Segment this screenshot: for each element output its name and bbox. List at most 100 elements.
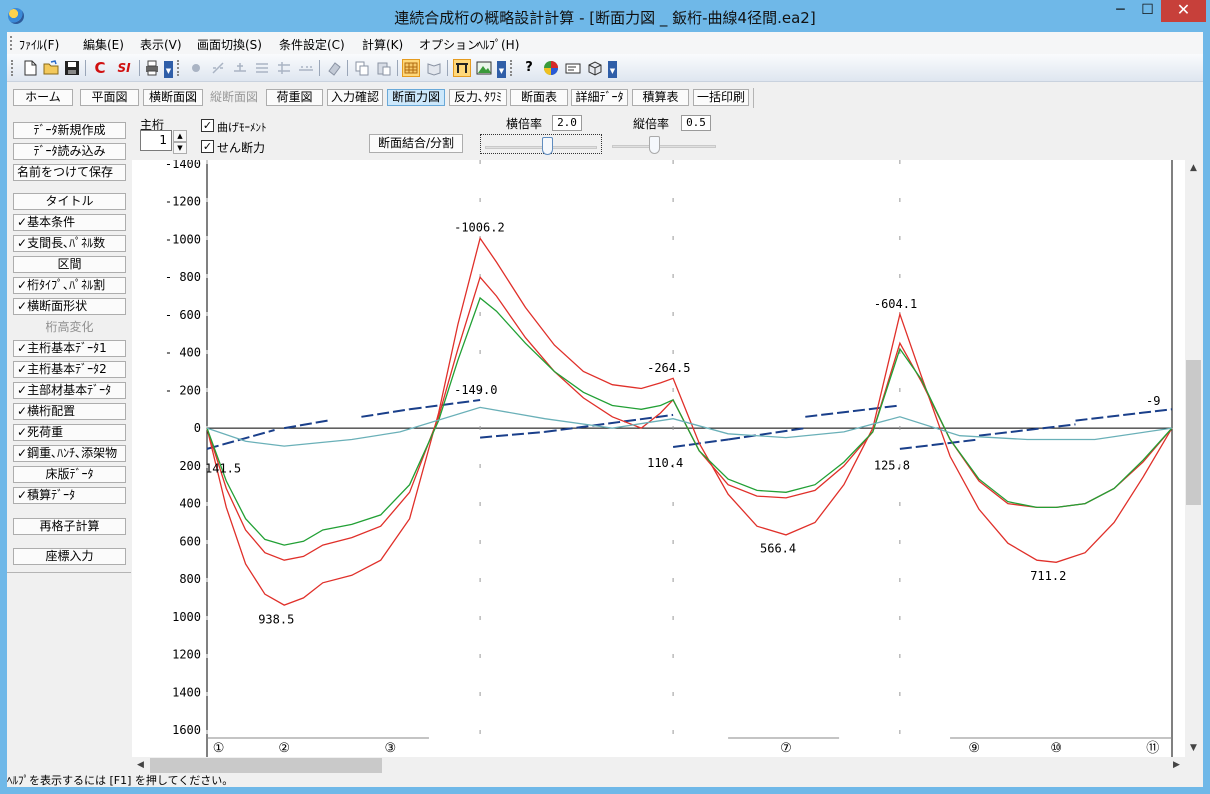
toolbar-grip[interactable]	[510, 60, 512, 76]
paste-icon[interactable]	[375, 59, 393, 77]
tab-estimate-table[interactable]: 積算表	[632, 89, 689, 106]
new-file-icon[interactable]	[21, 59, 39, 77]
open-folder-icon[interactable]	[42, 59, 60, 77]
sidebar-item-coordinate-input[interactable]: 座標入力	[13, 548, 126, 565]
menu-view[interactable]: 表示(V)	[140, 36, 182, 53]
box-icon[interactable]	[586, 59, 604, 77]
toolbar-overflow-button[interactable]: ▼	[608, 61, 617, 78]
book-icon[interactable]	[425, 59, 443, 77]
slider-thumb[interactable]	[542, 137, 553, 155]
minimize-button[interactable]: ─	[1107, 0, 1134, 22]
bending-moment-checkbox[interactable]: ✓	[201, 119, 214, 132]
y-tick-label: -1200	[165, 195, 201, 209]
section-combine-button[interactable]: 断面結合/分割	[369, 134, 463, 153]
girder-spinner[interactable]: ▲ ▼	[173, 130, 187, 154]
tool-1-icon[interactable]	[187, 59, 205, 77]
close-button[interactable]: ✕	[1161, 0, 1206, 22]
toolbar-overflow-button[interactable]: ▼	[164, 61, 173, 78]
tab-cross-section[interactable]: 横断面図	[143, 89, 203, 106]
sidebar-item-main-girder-data-1[interactable]: ✓主桁基本ﾃﾞｰﾀ1	[13, 340, 126, 357]
sidebar-item-girder-type[interactable]: ✓桁ﾀｲﾌﾟ､ﾊﾟﾈﾙ割	[13, 277, 126, 294]
tool-4-icon[interactable]	[253, 59, 271, 77]
sidebar-item-save-as[interactable]: 名前をつけて保存	[13, 164, 126, 181]
menu-edit[interactable]: 編集(E)	[83, 36, 124, 53]
v-scale-slider[interactable]	[608, 134, 720, 154]
menu-file[interactable]: ﾌｧｲﾙ(F)	[19, 36, 59, 53]
sidebar-divider	[7, 572, 131, 573]
help-icon[interactable]: ?	[520, 59, 538, 77]
tab-load-diagram[interactable]: 荷重図	[266, 89, 323, 106]
section-force-diagram[interactable]: -1400 -1200 -1000 - 800 - 600 - 400 - 200 0 200 4…	[132, 160, 1185, 757]
spin-down-icon[interactable]: ▼	[173, 142, 187, 154]
toolbar-grip[interactable]	[11, 60, 13, 76]
tool-3-icon[interactable]	[231, 59, 249, 77]
tool-2-icon[interactable]	[209, 59, 227, 77]
section-force-chart[interactable]: -1400 -1200 -1000 - 800 - 600 - 400 - 200 0 200 4…	[132, 160, 1185, 757]
tab-section-table[interactable]: 断面表	[510, 89, 568, 106]
horizontal-scrollbar[interactable]: ◀ ▶	[132, 757, 1185, 774]
tab-input-check[interactable]: 入力確認	[327, 89, 383, 106]
sidebar-item-span-length[interactable]: ✓支間長､ﾊﾟﾈﾙ数	[13, 235, 126, 252]
tab-reaction-deflection[interactable]: 反力､ﾀﾜﾐ	[449, 89, 507, 106]
scroll-up-icon[interactable]: ▲	[1185, 160, 1202, 177]
sidebar-item-section[interactable]: 区間	[13, 256, 126, 273]
menu-options[interactable]: オプション	[419, 36, 479, 53]
slider-thumb[interactable]	[649, 136, 660, 154]
menu-help[interactable]: ﾍﾙﾌﾟ(H)	[477, 36, 519, 53]
sidebar-item-label: 桁ﾀｲﾌﾟ､ﾊﾟﾈﾙ割	[27, 278, 106, 292]
copy-icon[interactable]	[353, 59, 371, 77]
frame-icon[interactable]	[453, 59, 471, 77]
shear-force-checkbox[interactable]: ✓	[201, 140, 214, 153]
sidebar-item-estimate-data[interactable]: ✓積算ﾃﾞｰﾀ	[13, 487, 126, 504]
toolbar-separator	[139, 60, 140, 76]
scroll-right-icon[interactable]: ▶	[1168, 757, 1185, 774]
scroll-thumb[interactable]	[150, 758, 382, 773]
vertical-scrollbar[interactable]: ▲ ▼	[1185, 160, 1202, 757]
maximize-button[interactable]: ☐	[1134, 0, 1161, 22]
title-bar[interactable]: 連続合成桁の概略設計計算 - [断面力図 _ 鈑桁-曲線4径間.ea2] ─ ☐…	[0, 0, 1210, 32]
menu-calculate[interactable]: 計算(K)	[362, 36, 403, 53]
mountain-icon[interactable]	[475, 59, 493, 77]
toolbar-grip[interactable]	[177, 60, 179, 76]
toolbar-overflow-button[interactable]: ▼	[497, 61, 506, 78]
print-icon[interactable]	[143, 59, 161, 77]
sidebar-item-title[interactable]: タイトル	[13, 193, 126, 210]
spin-up-icon[interactable]: ▲	[173, 130, 187, 142]
save-icon[interactable]	[63, 59, 81, 77]
sidebar-item-main-member-data[interactable]: ✓主部材基本ﾃﾞｰﾀ	[13, 382, 126, 399]
menu-screen-switch[interactable]: 画面切換(S)	[197, 36, 262, 53]
sidebar-item-steel-weight[interactable]: ✓鋼重､ﾊﾝﾁ､添架物	[13, 445, 126, 462]
sidebar-item-slab-data[interactable]: 床版ﾃﾞｰﾀ	[13, 466, 126, 483]
tool-6-icon[interactable]	[297, 59, 315, 77]
tab-home[interactable]: ホーム	[13, 89, 73, 106]
tab-detail-data[interactable]: 詳細ﾃﾞｰﾀ	[571, 89, 628, 106]
sidebar-item-basic-conditions[interactable]: ✓基本条件	[13, 214, 126, 231]
sidebar-item-new-data[interactable]: ﾃﾞｰﾀ新規作成	[13, 122, 126, 139]
check-mark-icon: ✓	[17, 404, 28, 418]
si-icon[interactable]: SI	[113, 59, 135, 77]
sidebar-item-cross-section-shape[interactable]: ✓横断面形状	[13, 298, 126, 315]
girder-number-input[interactable]: 1	[140, 130, 172, 151]
tab-batch-print[interactable]: 一括印刷	[693, 89, 749, 106]
tab-plan-view[interactable]: 平面図	[80, 89, 139, 106]
sidebar-item-label: 区間	[57, 257, 82, 271]
grid-view-icon[interactable]	[402, 59, 420, 77]
tool-5-icon[interactable]	[275, 59, 293, 77]
c-icon[interactable]: C	[91, 59, 109, 77]
sidebar-item-load-data[interactable]: ﾃﾞｰﾀ読み込み	[13, 143, 126, 160]
scroll-thumb[interactable]	[1186, 360, 1201, 505]
sidebar-item-main-girder-data-2[interactable]: ✓主桁基本ﾃﾞｰﾀ2	[13, 361, 126, 378]
menu-conditions[interactable]: 条件設定(C)	[279, 36, 345, 53]
tab-section-force[interactable]: 断面力図	[387, 89, 445, 106]
sidebar-item-cross-beam-layout[interactable]: ✓横桁配置	[13, 403, 126, 420]
eraser-icon[interactable]	[325, 59, 343, 77]
sidebar-item-regrid-calc[interactable]: 再格子計算	[13, 518, 126, 535]
scroll-left-icon[interactable]: ◀	[132, 757, 149, 774]
h-scale-slider[interactable]	[480, 134, 602, 155]
card-icon[interactable]	[564, 59, 582, 77]
menu-grip[interactable]	[10, 36, 12, 50]
sidebar-item-dead-load[interactable]: ✓死荷重	[13, 424, 126, 441]
scroll-down-icon[interactable]: ▼	[1185, 740, 1202, 757]
menu-bar: ﾌｧｲﾙ(F) 編集(E) 表示(V) 画面切換(S) 条件設定(C) 計算(K…	[7, 32, 1203, 54]
color-wheel-icon[interactable]	[542, 59, 560, 77]
